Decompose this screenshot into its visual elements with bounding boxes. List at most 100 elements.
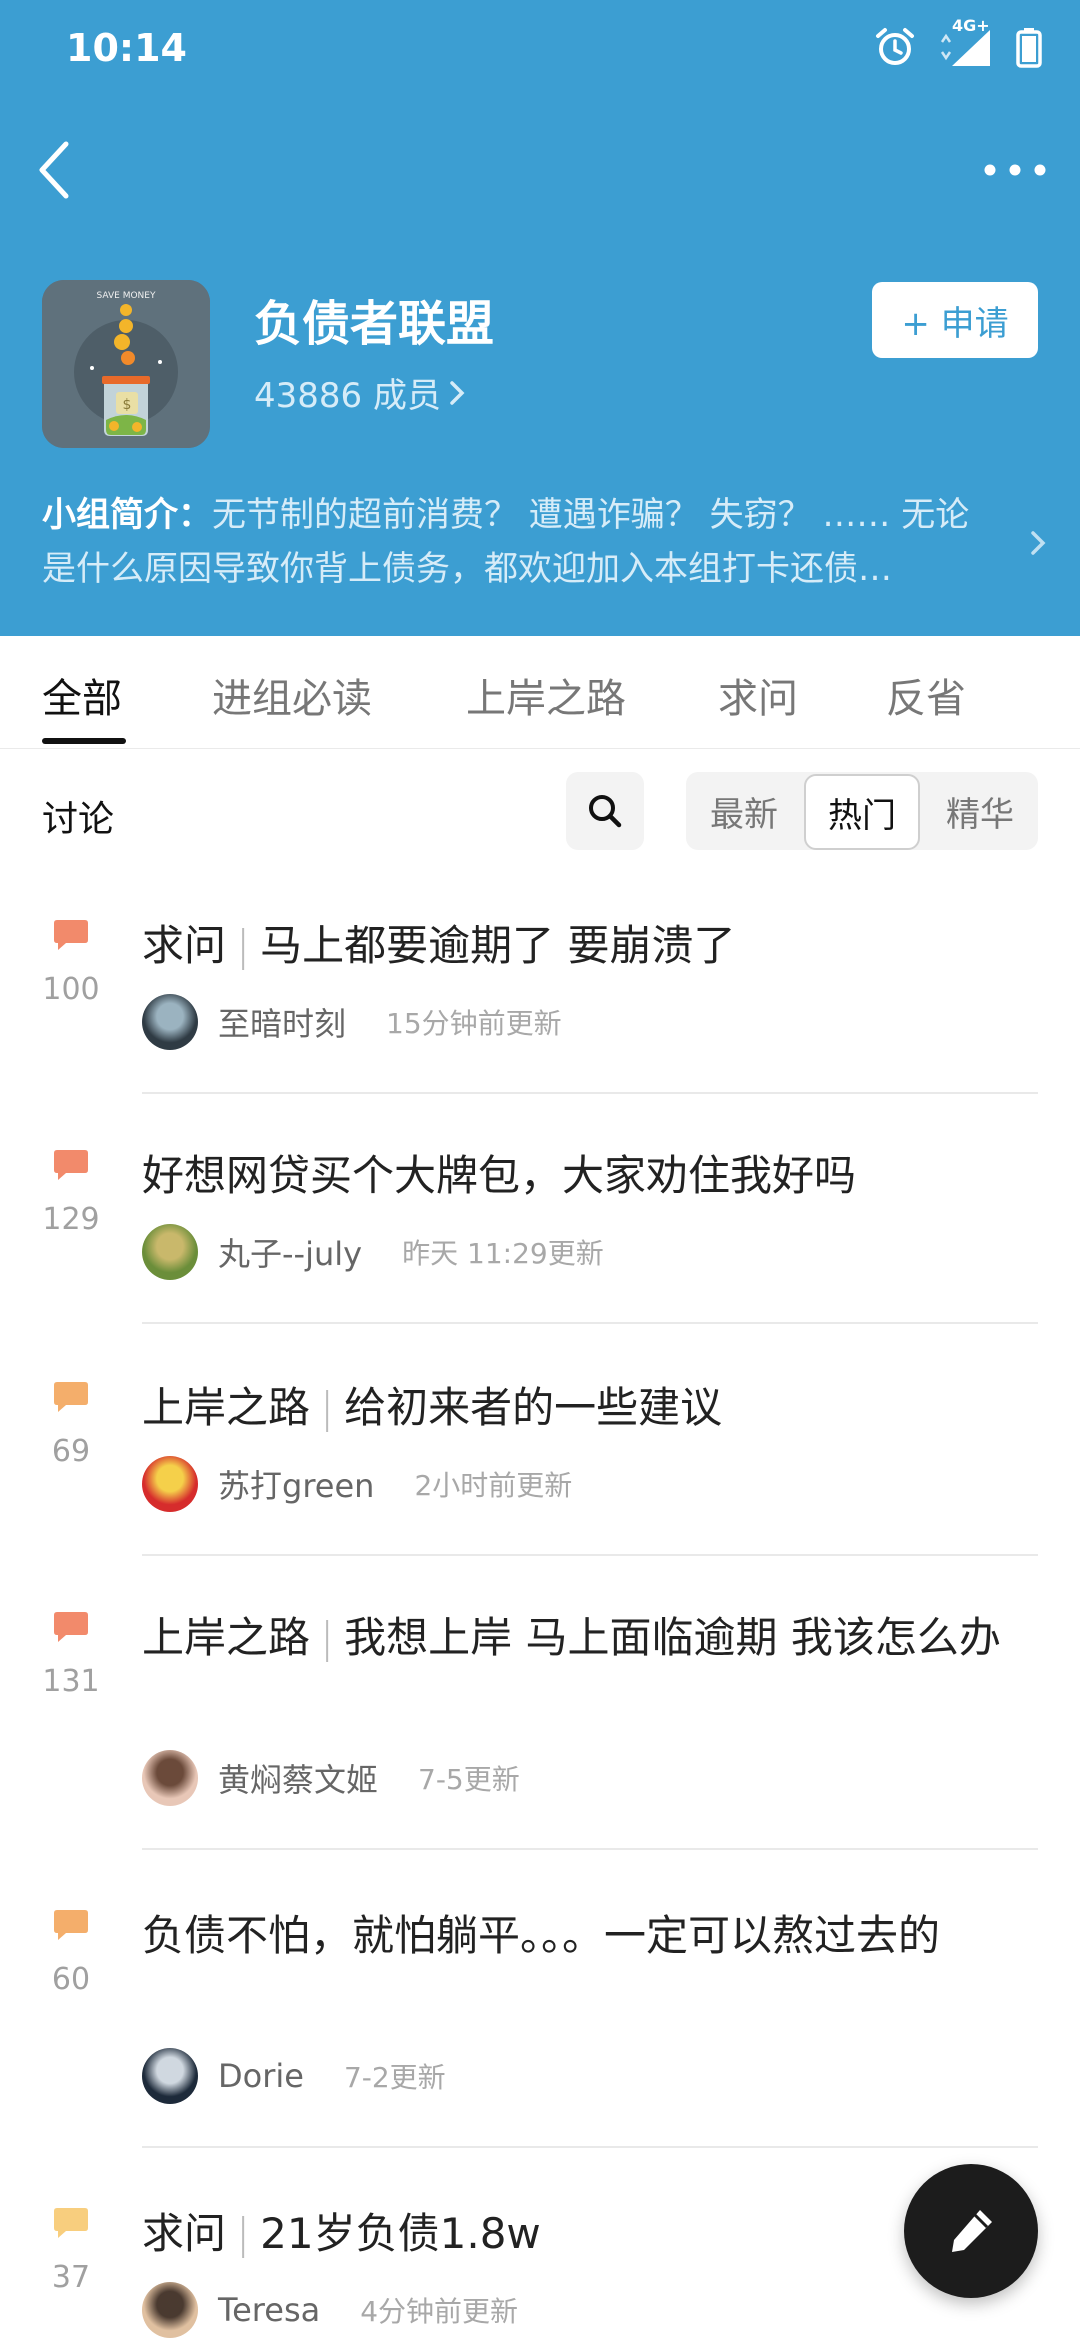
post-title[interactable]: 负债不怕，就怕躺平。。。一定可以熬过去的 <box>142 1904 1022 1968</box>
update-time: 4分钟前更新 <box>360 2295 519 2328</box>
tab-shore-road[interactable]: 上岸之路 <box>466 666 626 724</box>
tag-separator: | <box>236 2209 251 2258</box>
post-title-text: 给初来者的一些建议 <box>344 1383 723 1432</box>
comment-count: 60 <box>51 1962 91 1997</box>
divider <box>142 1554 1038 1556</box>
members-link[interactable]: 43886 成员 <box>254 368 467 417</box>
status-icons: 4G+ <box>874 16 1042 68</box>
avatar[interactable] <box>142 1456 198 1512</box>
chevron-right-icon <box>450 380 465 405</box>
comment-icon <box>54 1382 88 1412</box>
comment-count: 131 <box>42 1664 100 1699</box>
sort-hot[interactable]: 热门 <box>804 774 920 850</box>
post-title[interactable]: 上岸之路 | 我想上岸 马上面临逾期 我该怎么办 <box>142 1606 1022 1670</box>
author-name[interactable]: Dorie <box>218 2057 304 2095</box>
avatar[interactable] <box>142 994 198 1050</box>
comment-icon <box>54 2208 88 2238</box>
pen-icon <box>952 2210 992 2252</box>
author-name[interactable]: 黄焖蔡文姬 <box>218 1755 378 1801</box>
svg-text:$: $ <box>123 397 132 413</box>
post-meta: 丸子--july 昨天 11:29更新 <box>142 1224 604 1280</box>
update-time: 15分钟前更新 <box>386 1007 562 1040</box>
alarm-icon <box>876 28 914 65</box>
signal-icon: 4G+ <box>938 16 994 68</box>
group-header: 10:14 4G+ SAVE MONEY $ 负债者联盟 43886 成员 + … <box>0 0 1080 636</box>
group-name: 负债者联盟 <box>254 296 495 352</box>
post-meta: 至暗时刻 15分钟前更新 <box>142 994 562 1050</box>
update-time: 7-5更新 <box>418 1763 520 1796</box>
comment-count: 129 <box>42 1202 100 1237</box>
author-name[interactable]: 丸子--july <box>218 1229 362 1275</box>
group-intro[interactable]: 小组简介：无节制的超前消费？ 遭遇诈骗？ 失窃？ …… 无论是什么原因导致你背上… <box>42 488 1002 596</box>
divider <box>142 2146 1038 2148</box>
tag-separator: | <box>320 1613 335 1662</box>
apply-label: + 申请 <box>901 303 1009 344</box>
status-bar: 10:14 4G+ <box>0 0 1080 100</box>
post-meta: 黄焖蔡文姬 7-5更新 <box>142 1750 520 1806</box>
post-title[interactable]: 上岸之路 | 给初来者的一些建议 <box>142 1376 1022 1440</box>
sort-selector: 最新 热门 精华 <box>686 772 1038 850</box>
avatar[interactable] <box>142 1224 198 1280</box>
post-title-text: 21岁负债1.8w <box>260 2209 541 2258</box>
divider <box>142 1092 1038 1094</box>
post-meta: Dorie 7-2更新 <box>142 2048 446 2104</box>
avatar-caption: SAVE MONEY <box>97 291 156 301</box>
post-tag: 求问 <box>142 921 227 970</box>
comment-count: 100 <box>42 972 100 1007</box>
tag-separator: | <box>236 921 251 970</box>
tag-separator: | <box>320 1383 335 1432</box>
post-title[interactable]: 好想网贷买个大牌包，大家劝住我好吗 <box>142 1144 1022 1208</box>
post-title-text: 负债不怕，就怕躺平。。。一定可以熬过去的 <box>142 1911 941 1960</box>
divider <box>142 1322 1038 1324</box>
avatar[interactable] <box>142 2048 198 2104</box>
divider <box>142 1848 1038 1850</box>
avatar[interactable] <box>142 2282 198 2338</box>
comment-icon <box>54 1910 88 1940</box>
comment-icon <box>54 1612 88 1642</box>
post-title[interactable]: 求问 | 马上都要逾期了 要崩溃了 <box>142 914 1022 978</box>
compose-button[interactable] <box>904 2164 1038 2298</box>
more-icon[interactable] <box>980 152 1050 188</box>
discussion-toolbar: 讨论 最新 热门 精华 <box>0 760 1080 860</box>
post-title[interactable]: 求问 | 21岁负债1.8w <box>142 2202 1022 2266</box>
active-tab-indicator <box>42 738 126 744</box>
post-tag: 上岸之路 <box>142 1383 311 1432</box>
members-count: 43886 成员 <box>254 376 441 416</box>
post-meta: Teresa 4分钟前更新 <box>142 2282 518 2338</box>
sort-newest[interactable]: 最新 <box>686 772 802 850</box>
tab-reflect[interactable]: 反省 <box>886 666 966 724</box>
apply-button[interactable]: + 申请 <box>872 282 1038 358</box>
comment-icon <box>54 920 88 950</box>
author-name[interactable]: 苏打green <box>218 1461 374 1507</box>
update-time: 2小时前更新 <box>414 1469 573 1502</box>
chevron-right-icon[interactable] <box>1028 526 1048 560</box>
battery-icon <box>1016 28 1042 68</box>
author-name[interactable]: Teresa <box>218 2291 320 2329</box>
update-time: 昨天 11:29更新 <box>402 1237 604 1270</box>
status-time: 10:14 <box>66 26 187 70</box>
post-title-text: 我想上岸 马上面临逾期 我该怎么办 <box>344 1613 1001 1662</box>
intro-label: 小组简介： <box>42 495 212 535</box>
tab-ask[interactable]: 求问 <box>718 666 798 724</box>
avatar[interactable] <box>142 1750 198 1806</box>
post-title-text: 好想网贷买个大牌包，大家劝住我好吗 <box>142 1151 857 1200</box>
comment-count: 69 <box>51 1434 91 1469</box>
comment-icon <box>54 1150 88 1180</box>
post-tag: 上岸之路 <box>142 1613 311 1662</box>
tab-must-read[interactable]: 进组必读 <box>212 666 372 724</box>
comment-count: 37 <box>51 2260 91 2295</box>
search-icon <box>589 795 622 828</box>
network-type: 4G+ <box>952 16 990 35</box>
author-name[interactable]: 至暗时刻 <box>218 999 346 1045</box>
post-tag: 求问 <box>142 2209 227 2258</box>
post-meta: 苏打green 2小时前更新 <box>142 1456 572 1512</box>
tab-all[interactable]: 全部 <box>42 666 122 724</box>
category-tabs: 全部 进组必读 上岸之路 求问 反省 <box>0 636 1080 749</box>
search-button[interactable] <box>566 772 644 850</box>
post-title-text: 马上都要逾期了 要崩溃了 <box>260 921 736 970</box>
section-title: 讨论 <box>42 799 115 840</box>
sort-featured[interactable]: 精华 <box>922 772 1038 850</box>
group-avatar[interactable]: SAVE MONEY $ <box>42 280 210 448</box>
update-time: 7-2更新 <box>343 2061 446 2094</box>
back-icon[interactable] <box>30 138 86 202</box>
